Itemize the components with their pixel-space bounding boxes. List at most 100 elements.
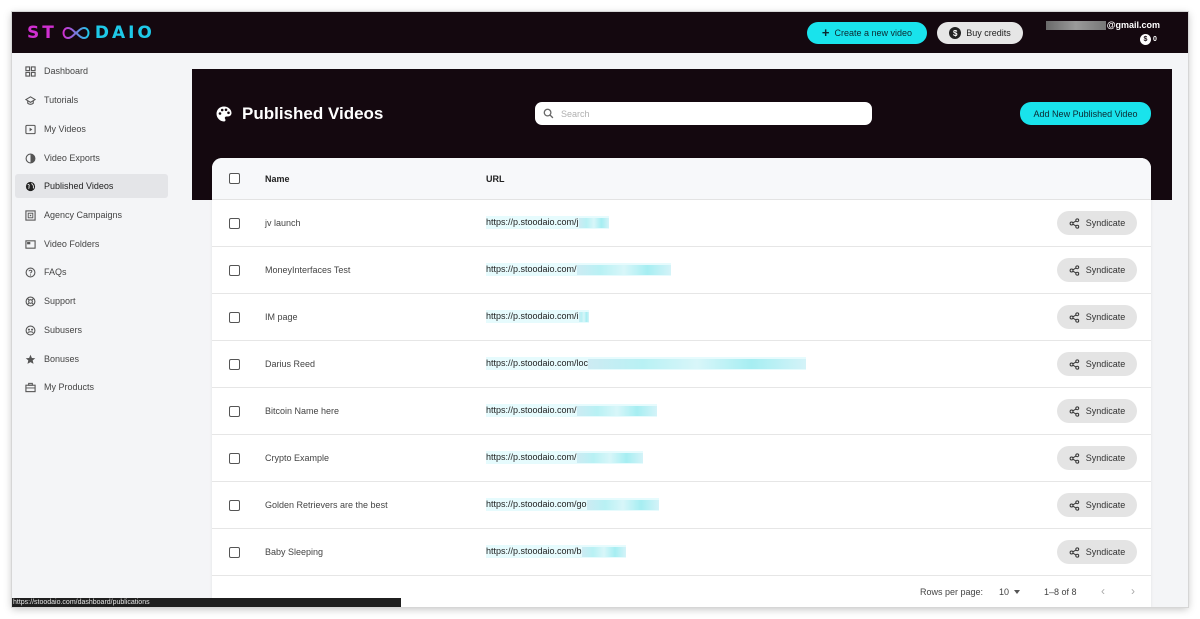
row-checkbox[interactable]	[229, 547, 240, 558]
video-name: Darius Reed	[265, 359, 316, 369]
search-icon	[543, 108, 554, 119]
syndicate-button[interactable]: Syndicate	[1057, 399, 1137, 423]
sidebar-item-published-videos[interactable]: Published Videos	[15, 174, 168, 198]
users-icon	[25, 325, 36, 335]
video-url-link[interactable]: https://p.stoodaio.com/	[486, 451, 643, 464]
infinity-logo-icon	[62, 26, 90, 40]
next-page-button[interactable]: ›	[1126, 584, 1140, 598]
redacted-text	[586, 499, 659, 510]
syndicate-button[interactable]: Syndicate	[1057, 211, 1137, 235]
video-name: MoneyInterfaces Test	[265, 265, 351, 275]
sidebar-item-video-exports[interactable]: Video Exports	[15, 146, 168, 170]
dollar-icon: $	[949, 27, 962, 39]
video-url-link[interactable]: https://p.stoodaio.com/loc	[486, 357, 807, 370]
share-icon	[1069, 499, 1079, 511]
table-row: Baby Sleeping https://p.stoodaio.com/b S…	[212, 529, 1151, 576]
redacted-text	[576, 264, 671, 275]
rows-per-page-select[interactable]: 10	[999, 587, 1021, 597]
export-icon	[25, 153, 36, 163]
chevron-right-icon: ›	[1131, 584, 1135, 598]
syndicate-button[interactable]: Syndicate	[1057, 352, 1137, 376]
caret-down-icon	[1014, 590, 1021, 594]
buy-credits-button[interactable]: $ Buy credits	[937, 22, 1023, 44]
table-row: Crypto Example https://p.stoodaio.com/ S…	[212, 435, 1151, 482]
previous-page-button[interactable]: ‹	[1096, 584, 1110, 598]
search-input[interactable]	[561, 108, 851, 119]
row-checkbox[interactable]	[229, 312, 240, 323]
redacted-text	[1045, 21, 1106, 31]
redacted-text	[581, 546, 626, 557]
support-icon	[25, 296, 36, 306]
sidebar-item-my-videos[interactable]: My Videos	[15, 117, 168, 141]
sidebar-item-dashboard[interactable]: Dashboard	[15, 59, 168, 83]
column-header-url[interactable]: URL	[486, 174, 505, 184]
search-box[interactable]	[535, 102, 872, 125]
share-icon	[1069, 546, 1079, 558]
app-window: ST DAIO + Create a new video $ Buy credi…	[12, 12, 1188, 607]
rows-per-page-label: Rows per page:	[920, 587, 984, 597]
folder-icon	[25, 239, 36, 249]
logo[interactable]: ST DAIO	[27, 21, 155, 45]
add-published-video-button[interactable]: Add New Published Video	[1020, 102, 1151, 125]
syndicate-button[interactable]: Syndicate	[1057, 446, 1137, 470]
video-url-link[interactable]: https://p.stoodaio.com/go	[486, 498, 659, 511]
syndicate-button[interactable]: Syndicate	[1057, 258, 1137, 282]
briefcase-icon	[25, 382, 36, 392]
syndicate-button[interactable]: Syndicate	[1057, 540, 1137, 564]
share-icon	[1069, 311, 1079, 323]
video-name: Baby Sleeping	[265, 547, 324, 557]
share-icon	[1069, 264, 1079, 276]
redacted-text	[578, 217, 609, 228]
published-videos-table: Name URL jv launch https://p.stoodaio.co…	[212, 158, 1151, 607]
sidebar-item-my-products[interactable]: My Products	[15, 375, 168, 399]
row-checkbox[interactable]	[229, 453, 240, 464]
page-title: Published Videos	[215, 104, 383, 124]
table-row: Darius Reed https://p.stoodaio.com/loc S…	[212, 341, 1151, 388]
campaign-icon	[25, 209, 36, 221]
row-checkbox[interactable]	[229, 218, 240, 229]
video-name: IM page	[265, 312, 298, 322]
video-url-link[interactable]: https://p.stoodaio.com/	[486, 263, 671, 276]
plus-icon: +	[821, 25, 830, 40]
sidebar-item-agency-campaigns[interactable]: Agency Campaigns	[15, 203, 168, 227]
video-name: Bitcoin Name here	[265, 406, 340, 416]
share-icon	[1069, 405, 1079, 417]
video-name: jv launch	[265, 218, 301, 228]
sidebar-item-faqs[interactable]: FAQs	[15, 260, 168, 284]
row-checkbox[interactable]	[229, 406, 240, 417]
share-icon	[1069, 452, 1079, 464]
sidebar-item-tutorials[interactable]: Tutorials	[15, 88, 168, 112]
dashboard-icon	[25, 65, 36, 77]
sidebar-item-bonuses[interactable]: Bonuses	[15, 347, 168, 371]
share-icon	[1069, 358, 1079, 370]
sidebar-item-subusers[interactable]: Subusers	[15, 318, 168, 342]
pagination-range: 1–8 of 8	[1044, 587, 1077, 597]
globe-icon	[25, 181, 36, 191]
redacted-text	[576, 452, 643, 463]
browser-status-bar: https://stoodaio.com/dashboard/publicati…	[12, 598, 401, 607]
syndicate-button[interactable]: Syndicate	[1057, 305, 1137, 329]
column-header-name[interactable]: Name	[265, 174, 290, 184]
star-icon	[25, 354, 36, 364]
top-bar: ST DAIO + Create a new video $ Buy credi…	[12, 12, 1188, 53]
palette-icon	[216, 106, 232, 122]
video-url-link[interactable]: https://p.stoodaio.com/j	[486, 216, 609, 229]
video-url-link[interactable]: https://p.stoodaio.com/i	[486, 310, 589, 323]
video-url-link[interactable]: https://p.stoodaio.com/	[486, 404, 657, 417]
sidebar: Dashboard Tutorials My Videos Video Expo…	[12, 53, 180, 607]
row-checkbox[interactable]	[229, 500, 240, 511]
row-checkbox[interactable]	[229, 359, 240, 370]
table-row: jv launch https://p.stoodaio.com/j Syndi…	[212, 200, 1151, 247]
table-row: Golden Retrievers are the best https://p…	[212, 482, 1151, 529]
select-all-checkbox[interactable]	[229, 173, 240, 184]
redacted-text	[578, 311, 589, 322]
video-name: Golden Retrievers are the best	[265, 500, 388, 510]
sidebar-item-support[interactable]: Support	[15, 289, 168, 313]
graduation-cap-icon	[25, 95, 36, 105]
video-url-link[interactable]: https://p.stoodaio.com/b	[486, 545, 626, 558]
row-checkbox[interactable]	[229, 265, 240, 276]
user-email[interactable]: @gmail.com	[1042, 20, 1160, 32]
syndicate-button[interactable]: Syndicate	[1057, 493, 1137, 517]
sidebar-item-video-folders[interactable]: Video Folders	[15, 232, 168, 256]
create-video-button[interactable]: + Create a new video	[807, 22, 927, 44]
